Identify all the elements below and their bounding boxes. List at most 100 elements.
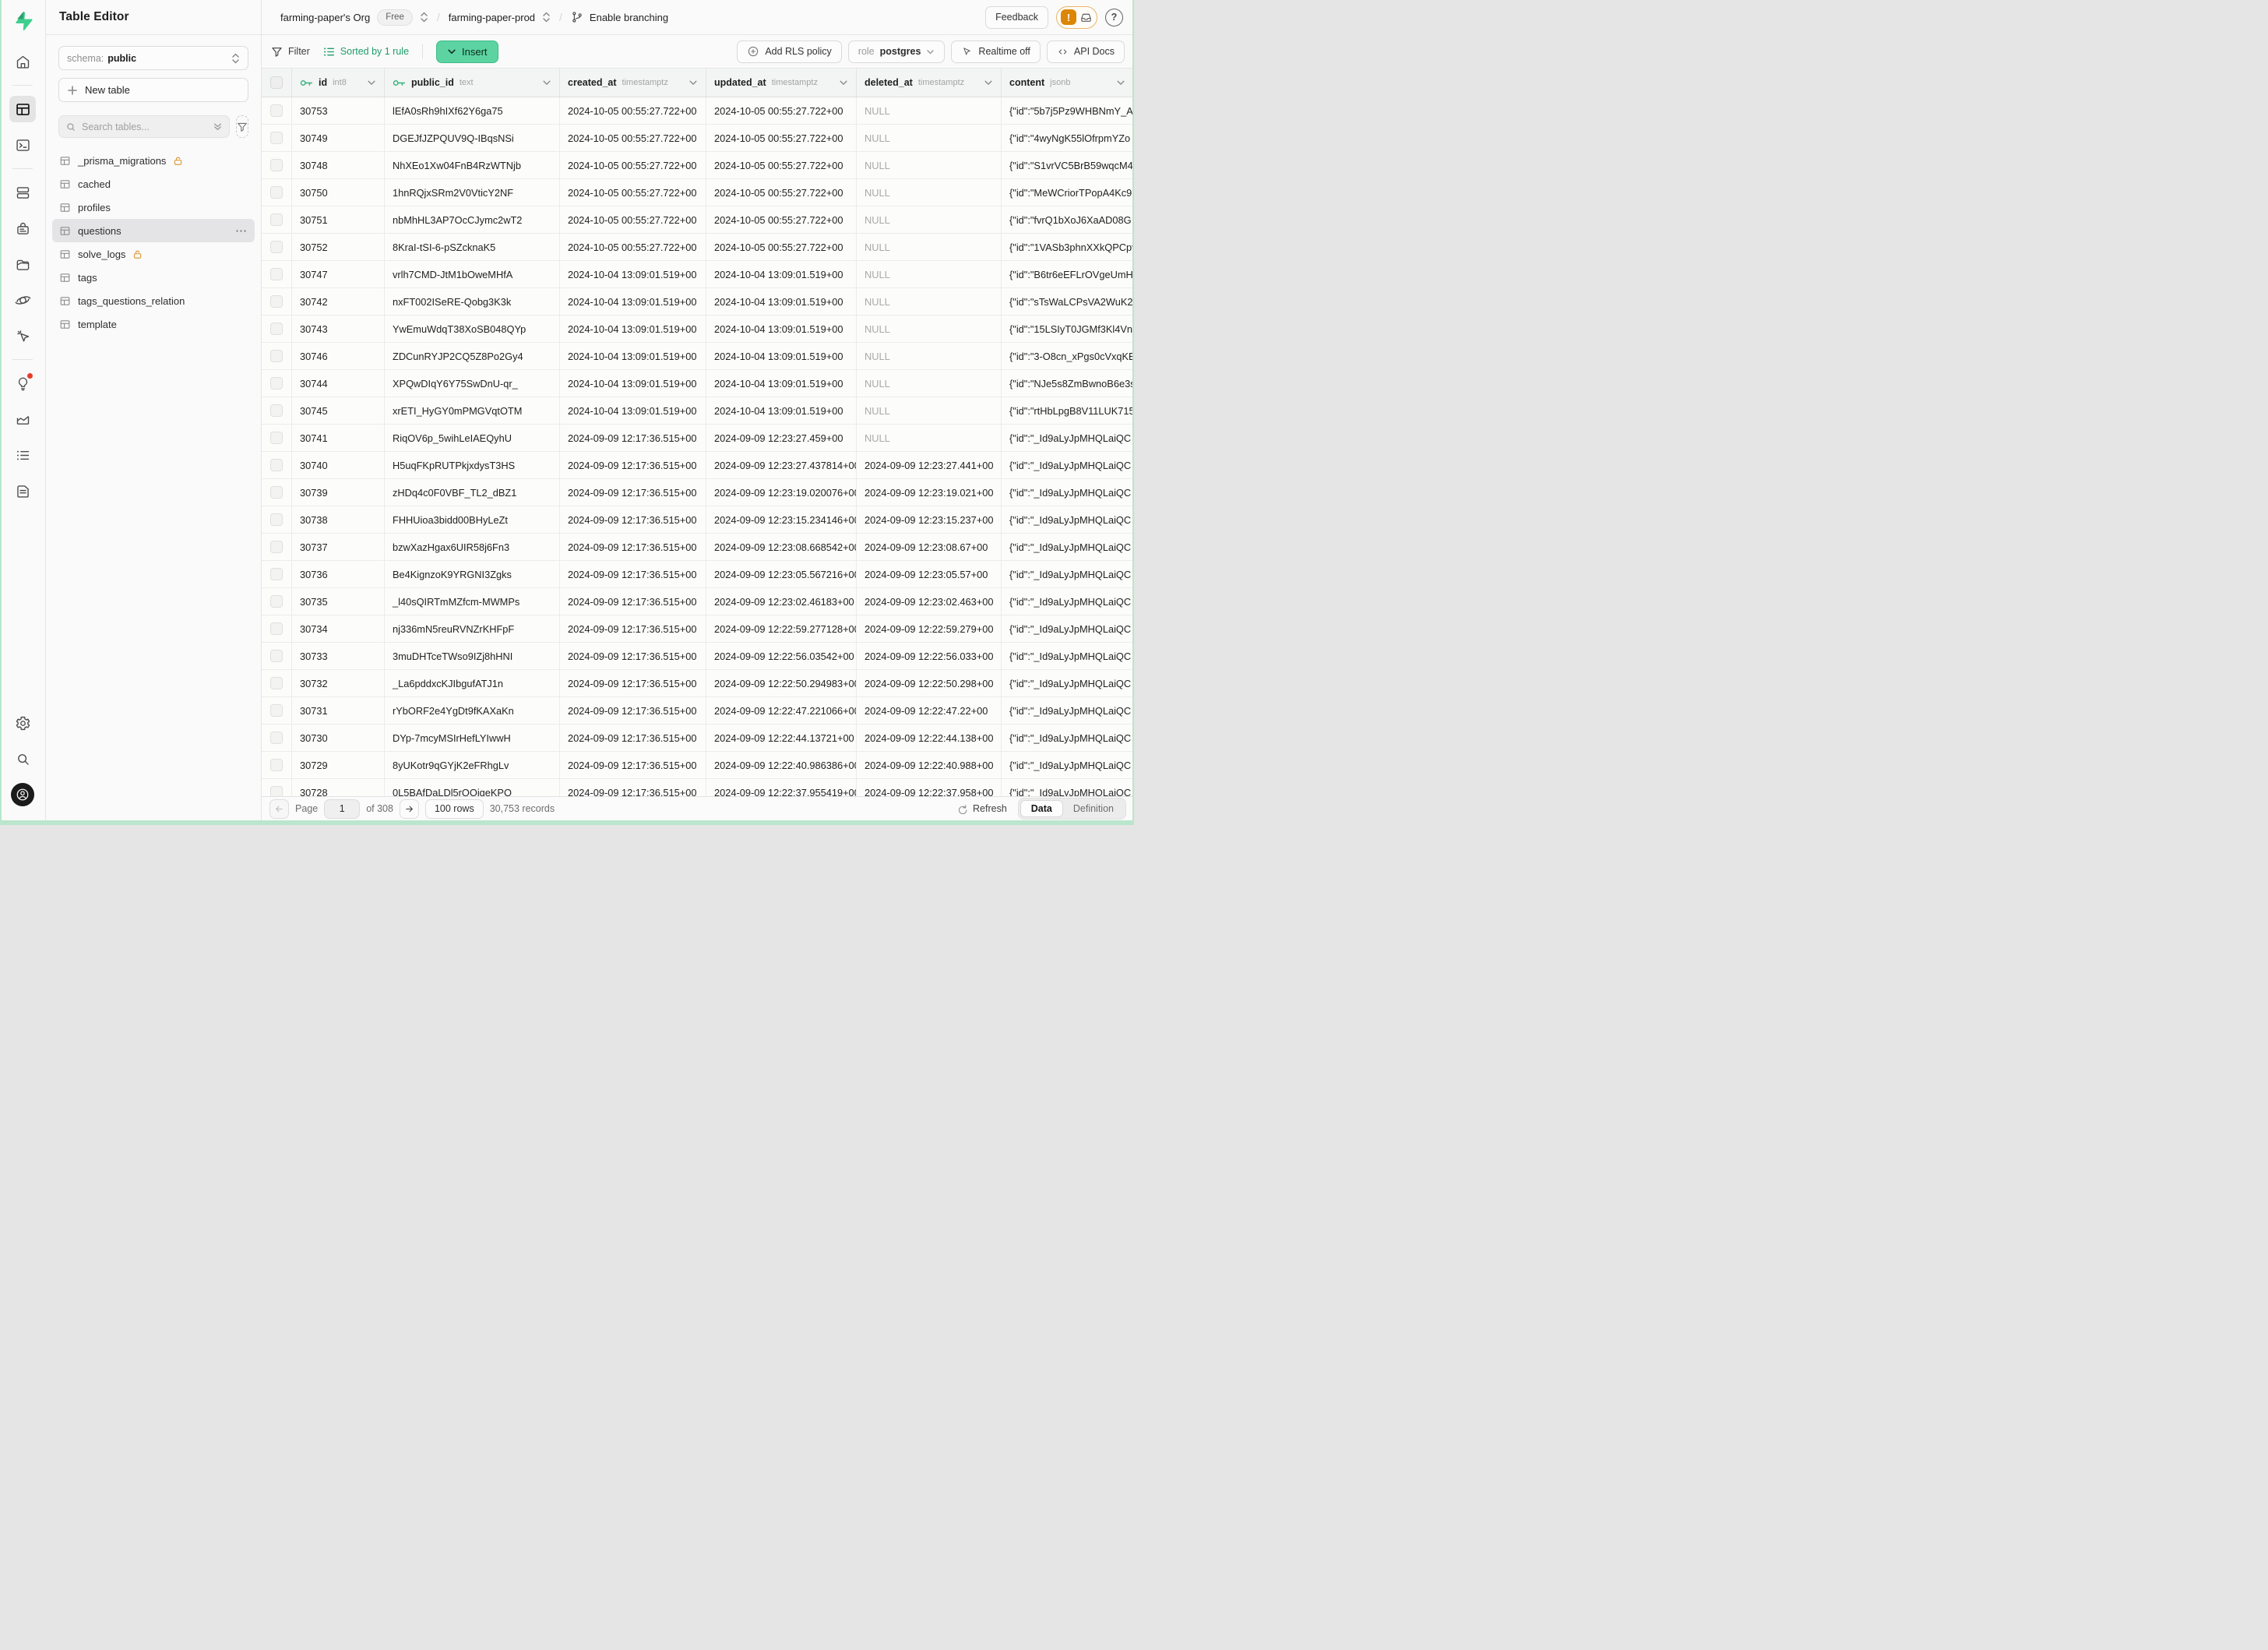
help-button[interactable]: ?	[1105, 9, 1123, 26]
cell-content[interactable]: {"id":"_Id9aLyJpMHQLaiQC	[1002, 615, 1134, 642]
cell-created_at[interactable]: 2024-09-09 12:17:36.515+00	[560, 534, 706, 560]
nav-advisors[interactable]	[9, 370, 36, 397]
nav-home[interactable]	[9, 48, 36, 75]
cell-id[interactable]: 30742	[292, 288, 385, 315]
row-checkbox[interactable]	[270, 432, 283, 444]
cell-id[interactable]: 30739	[292, 479, 385, 506]
cell-content[interactable]: {"id":"_Id9aLyJpMHQLaiQC	[1002, 779, 1134, 796]
cell-deleted_at[interactable]: NULL	[857, 206, 1002, 233]
cell-updated_at[interactable]: 2024-09-09 12:22:56.03542+00	[706, 643, 857, 669]
cell-content[interactable]: {"id":"_Id9aLyJpMHQLaiQC	[1002, 452, 1134, 478]
cell-updated_at[interactable]: 2024-10-05 00:55:27.722+00	[706, 179, 857, 206]
cell-created_at[interactable]: 2024-10-04 13:09:01.519+00	[560, 261, 706, 287]
sidebar-table-item-template[interactable]: template	[52, 312, 255, 336]
chevron-down-icon[interactable]	[984, 78, 993, 87]
cell-deleted_at[interactable]: 2024-09-09 12:23:05.57+00	[857, 561, 1002, 587]
cell-id[interactable]: 30732	[292, 670, 385, 696]
page-number-input[interactable]	[324, 799, 360, 819]
chevron-down-icon[interactable]	[839, 78, 848, 87]
cell-content[interactable]: {"id":"_Id9aLyJpMHQLaiQC	[1002, 534, 1134, 560]
cell-updated_at[interactable]: 2024-10-05 00:55:27.722+00	[706, 97, 857, 124]
column-header-content[interactable]: contentjsonb	[1002, 69, 1134, 97]
cell-id[interactable]: 30743	[292, 316, 385, 342]
enable-branching-button[interactable]: Enable branching	[571, 11, 668, 23]
cell-deleted_at[interactable]: 2024-09-09 12:22:50.298+00	[857, 670, 1002, 696]
cell-content[interactable]: {"id":"_Id9aLyJpMHQLaiQC	[1002, 588, 1134, 615]
table-options-menu[interactable]: ⋯	[235, 225, 248, 237]
cell-updated_at[interactable]: 2024-09-09 12:23:27.437814+00	[706, 452, 857, 478]
cell-created_at[interactable]: 2024-09-09 12:17:36.515+00	[560, 479, 706, 506]
cell-public_id[interactable]: nbMhHL3AP7OcCJymc2wT2	[385, 206, 560, 233]
nav-search[interactable]	[9, 746, 36, 772]
table-filter-button[interactable]	[236, 115, 248, 138]
row-checkbox[interactable]	[270, 677, 283, 689]
cell-deleted_at[interactable]: 2024-09-09 12:22:40.988+00	[857, 752, 1002, 778]
search-tables-input[interactable]	[58, 115, 230, 138]
sidebar-table-item-tags[interactable]: tags	[52, 266, 255, 289]
search-tables-field[interactable]	[82, 122, 207, 132]
nav-reports[interactable]	[9, 406, 36, 432]
row-checkbox[interactable]	[270, 595, 283, 608]
cell-public_id[interactable]: DGEJfJZPQUV9Q-IBqsNSi	[385, 125, 560, 151]
cell-content[interactable]: {"id":"fvrQ1bXoJ6XaAD08G	[1002, 206, 1134, 233]
cell-deleted_at[interactable]: NULL	[857, 179, 1002, 206]
chevron-down-icon[interactable]	[542, 78, 551, 87]
cell-created_at[interactable]: 2024-09-09 12:17:36.515+00	[560, 506, 706, 533]
row-checkbox[interactable]	[270, 459, 283, 471]
cell-public_id[interactable]: Be4KignzoK9YRGNI3Zgks	[385, 561, 560, 587]
row-checkbox[interactable]	[270, 568, 283, 580]
org-switcher-icon[interactable]	[420, 12, 428, 23]
nav-storage[interactable]	[9, 251, 36, 277]
row-checkbox[interactable]	[270, 404, 283, 417]
row-checkbox[interactable]	[270, 622, 283, 635]
cell-public_id[interactable]: vrlh7CMD-JtM1bOweMHfA	[385, 261, 560, 287]
cell-id[interactable]: 30737	[292, 534, 385, 560]
cell-updated_at[interactable]: 2024-10-04 13:09:01.519+00	[706, 343, 857, 369]
cell-created_at[interactable]: 2024-09-09 12:17:36.515+00	[560, 752, 706, 778]
cell-id[interactable]: 30749	[292, 125, 385, 151]
select-all-checkbox[interactable]	[270, 76, 283, 89]
cell-content[interactable]: {"id":"_Id9aLyJpMHQLaiQC	[1002, 561, 1134, 587]
cell-public_id[interactable]: RiqOV6p_5wihLeIAEQyhU	[385, 425, 560, 451]
cell-deleted_at[interactable]: 2024-09-09 12:22:56.033+00	[857, 643, 1002, 669]
row-checkbox[interactable]	[270, 650, 283, 662]
cell-created_at[interactable]: 2024-10-04 13:09:01.519+00	[560, 343, 706, 369]
cell-created_at[interactable]: 2024-09-09 12:17:36.515+00	[560, 588, 706, 615]
row-checkbox[interactable]	[270, 268, 283, 280]
cell-deleted_at[interactable]: NULL	[857, 261, 1002, 287]
cell-content[interactable]: {"id":"S1vrVC5BrB59wqcM4	[1002, 152, 1134, 178]
cell-content[interactable]: {"id":"_Id9aLyJpMHQLaiQC	[1002, 506, 1134, 533]
cell-updated_at[interactable]: 2024-09-09 12:23:08.668542+00	[706, 534, 857, 560]
cell-content[interactable]: {"id":"NJe5s8ZmBwnoB6e3s	[1002, 370, 1134, 397]
cell-public_id[interactable]: 0L5BAfDaLDl5rQOiqeKPO	[385, 779, 560, 796]
row-checkbox[interactable]	[270, 759, 283, 771]
cell-deleted_at[interactable]: 2024-09-09 12:22:44.138+00	[857, 725, 1002, 751]
nav-logs[interactable]	[9, 442, 36, 468]
column-header-public_id[interactable]: public_idtext	[385, 69, 560, 97]
cell-id[interactable]: 30752	[292, 234, 385, 260]
cell-id[interactable]: 30750	[292, 179, 385, 206]
cell-created_at[interactable]: 2024-09-09 12:17:36.515+00	[560, 643, 706, 669]
cell-updated_at[interactable]: 2024-10-04 13:09:01.519+00	[706, 397, 857, 424]
cell-deleted_at[interactable]: 2024-09-09 12:22:59.279+00	[857, 615, 1002, 642]
cell-deleted_at[interactable]: NULL	[857, 97, 1002, 124]
column-header-id[interactable]: idint8	[292, 69, 385, 97]
cell-content[interactable]: {"id":"15LSIyT0JGMf3Kl4Vn	[1002, 316, 1134, 342]
cell-content[interactable]: {"id":"_Id9aLyJpMHQLaiQC	[1002, 643, 1134, 669]
row-checkbox[interactable]	[270, 213, 283, 226]
cell-created_at[interactable]: 2024-09-09 12:17:36.515+00	[560, 425, 706, 451]
cell-id[interactable]: 30738	[292, 506, 385, 533]
cell-public_id[interactable]: ZDCunRYJP2CQ5Z8Po2Gy4	[385, 343, 560, 369]
column-header-updated_at[interactable]: updated_attimestamptz	[706, 69, 857, 97]
cell-id[interactable]: 30731	[292, 697, 385, 724]
schema-select[interactable]: schema: public	[58, 46, 248, 70]
notifications-button[interactable]: !	[1056, 6, 1097, 29]
supabase-logo[interactable]	[11, 9, 34, 33]
cell-created_at[interactable]: 2024-10-05 00:55:27.722+00	[560, 152, 706, 178]
cell-content[interactable]: {"id":"sTsWaLCPsVA2WuK2	[1002, 288, 1134, 315]
next-page-button[interactable]	[400, 799, 419, 819]
row-checkbox[interactable]	[270, 186, 283, 199]
cell-content[interactable]: {"id":"_Id9aLyJpMHQLaiQC	[1002, 725, 1134, 751]
cell-created_at[interactable]: 2024-09-09 12:17:36.515+00	[560, 561, 706, 587]
nav-table-editor[interactable]	[9, 96, 36, 122]
